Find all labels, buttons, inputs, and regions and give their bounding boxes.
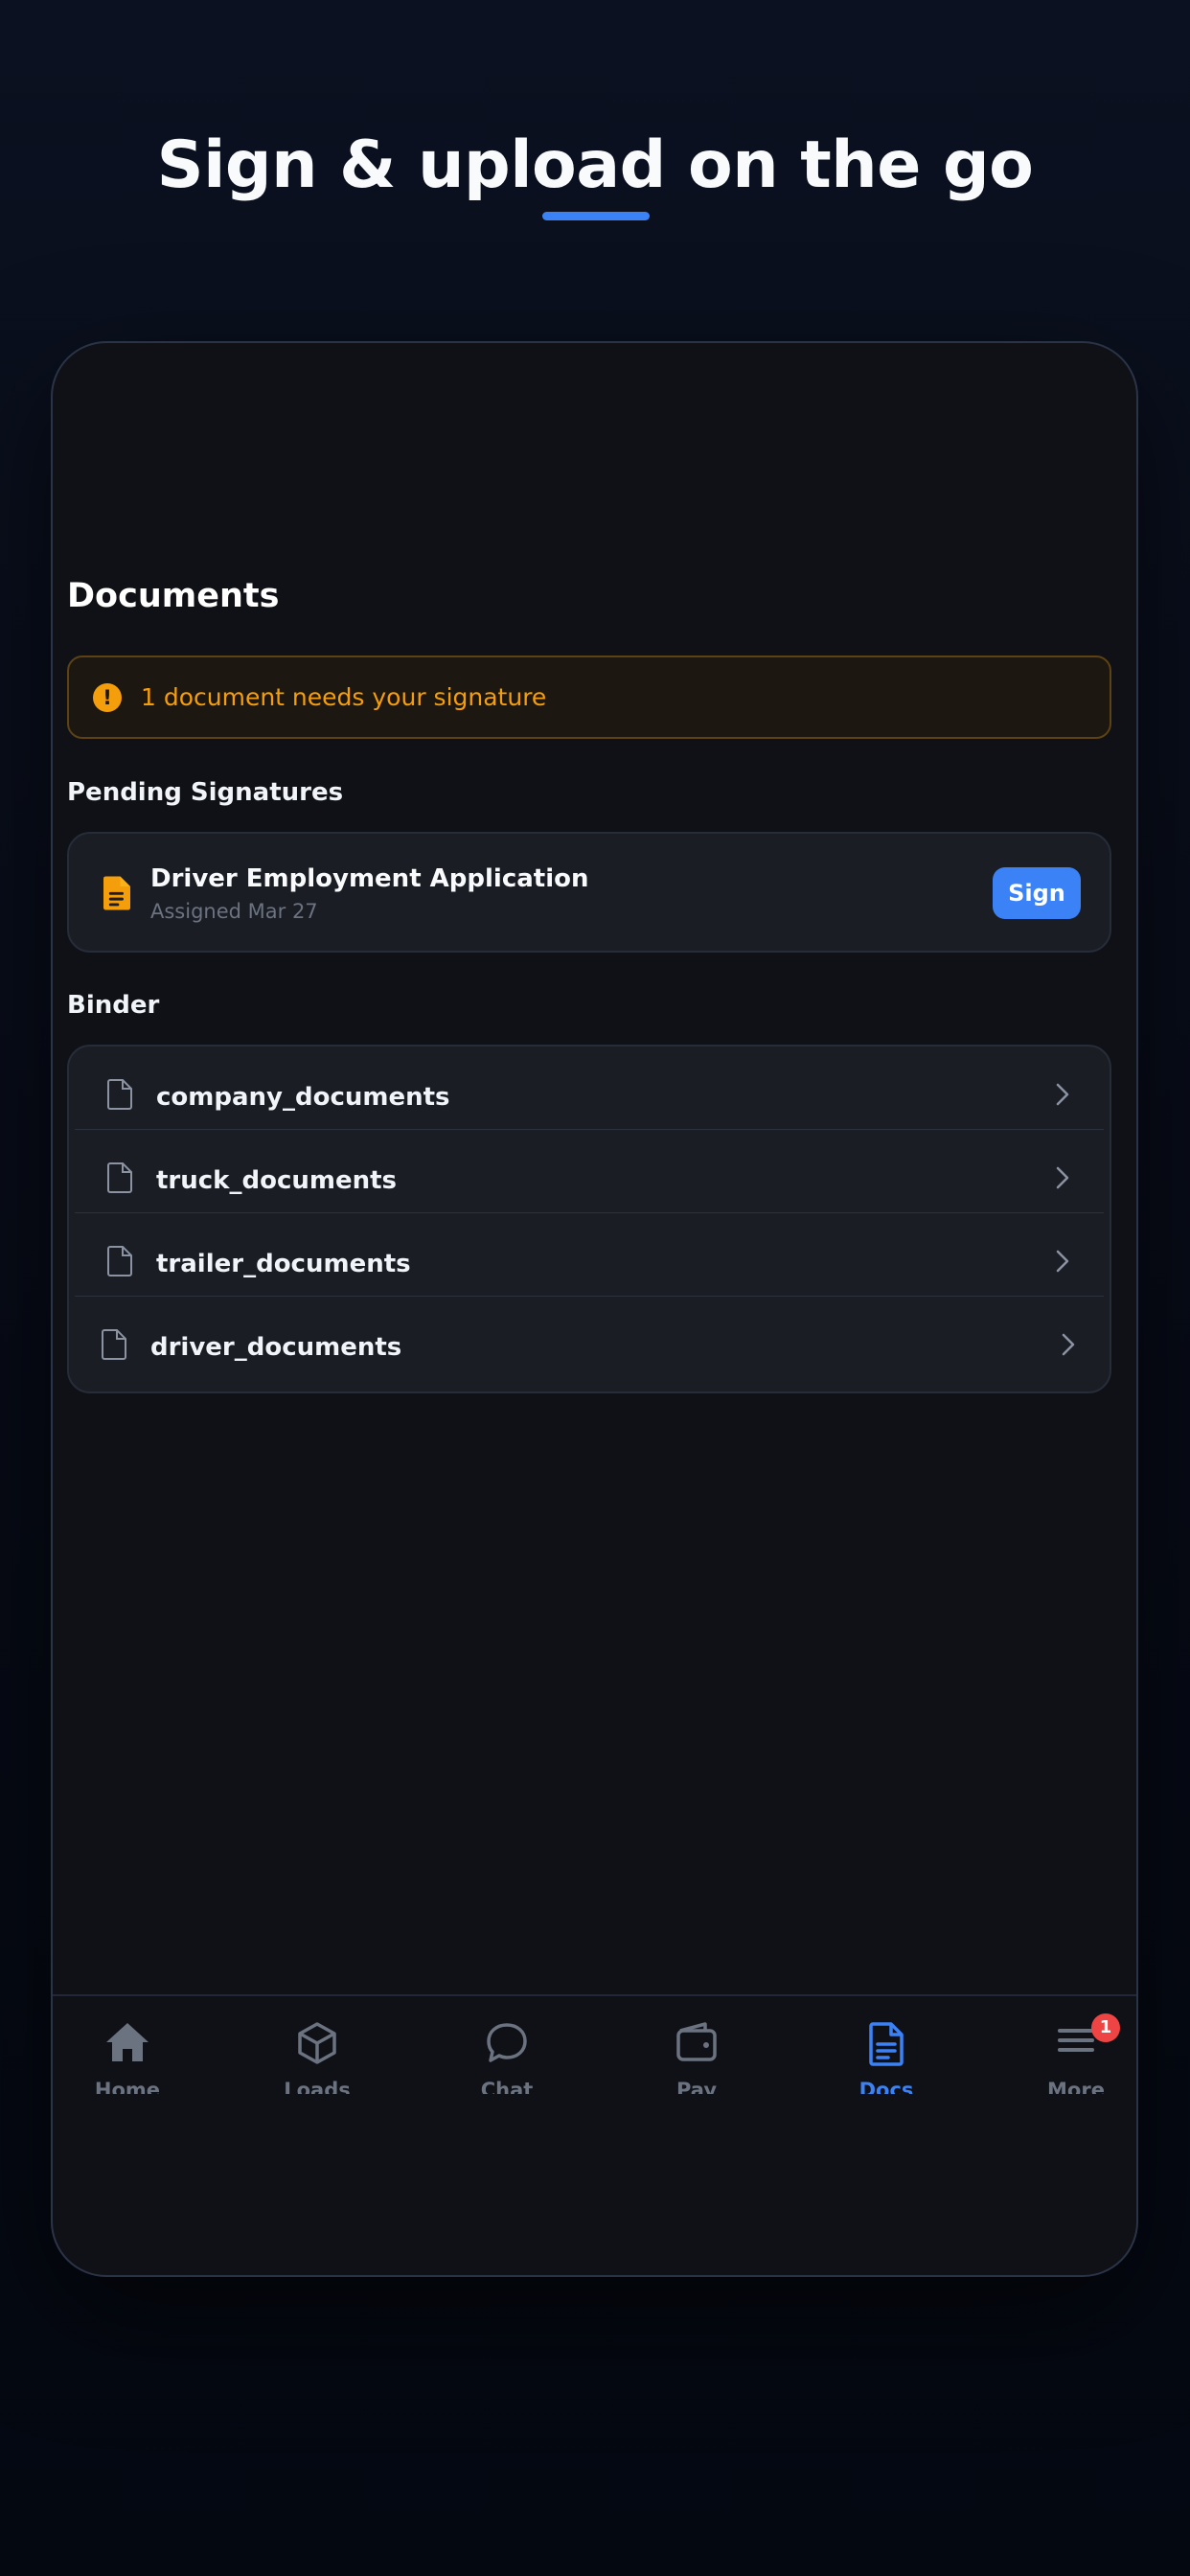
binder-item-label: company_documents	[156, 1083, 450, 1112]
document-text-icon	[103, 876, 130, 910]
pending-signatures-heading: Pending Signatures	[67, 778, 344, 807]
tab-chat[interactable]: Chat	[440, 1996, 574, 2094]
bottom-tab-bar: Home Loads Chat Pay Docs 1 More	[53, 1994, 1136, 2094]
alert-text: 1 document needs your signature	[141, 683, 547, 711]
pending-document-card[interactable]: Driver Employment Application Assigned M…	[67, 832, 1111, 953]
phone-frame: Documents ! 1 document needs your signat…	[51, 341, 1138, 2277]
sign-button[interactable]: Sign	[993, 867, 1081, 919]
chevron-right-icon	[1056, 1250, 1069, 1273]
page-title: Documents	[67, 577, 280, 615]
chat-bubble-icon	[487, 2023, 527, 2062]
tab-label: Loads	[284, 2079, 351, 2094]
tab-label: Chat	[480, 2079, 534, 2094]
menu-icon	[1058, 2029, 1094, 2052]
binder-item-label: truck_documents	[156, 1166, 397, 1195]
tab-label: Pay	[675, 2079, 718, 2094]
binder-item-truck-documents[interactable]: truck_documents	[75, 1130, 1104, 1213]
binder-item-driver-documents[interactable]: driver_documents	[69, 1297, 1110, 1380]
tab-label: Docs	[858, 2079, 914, 2094]
wallet-icon	[676, 2022, 717, 2061]
binder-item-company-documents[interactable]: company_documents	[75, 1046, 1104, 1130]
binder-item-label: trailer_documents	[156, 1250, 411, 1278]
file-icon	[107, 1162, 132, 1193]
binder-heading: Binder	[67, 991, 160, 1020]
chevron-right-icon	[1056, 1083, 1069, 1106]
headline-underline	[542, 212, 650, 220]
file-icon	[107, 1079, 132, 1110]
exclamation-circle-icon: !	[93, 682, 122, 712]
tab-pay[interactable]: Pay	[629, 1996, 764, 2094]
binder-list: company_documents truck_documents traile…	[67, 1045, 1111, 1393]
file-icon	[107, 1246, 132, 1276]
notification-badge: 1	[1091, 2013, 1120, 2042]
chevron-right-icon	[1056, 1166, 1069, 1189]
document-icon	[869, 2022, 904, 2066]
pending-document-title: Driver Employment Application	[150, 864, 589, 893]
tab-home[interactable]: Home	[60, 1996, 195, 2094]
tab-docs[interactable]: Docs	[819, 1996, 953, 2094]
tab-label: Home	[94, 2079, 161, 2094]
pending-document-assigned-date: Assigned Mar 27	[150, 900, 318, 923]
signature-alert-banner[interactable]: ! 1 document needs your signature	[67, 656, 1111, 739]
file-icon	[102, 1329, 126, 1360]
binder-item-label: driver_documents	[150, 1333, 402, 1362]
binder-item-trailer-documents[interactable]: trailer_documents	[75, 1213, 1104, 1297]
chevron-right-icon	[1062, 1333, 1075, 1356]
tab-loads[interactable]: Loads	[250, 1996, 384, 2094]
tab-more[interactable]: 1 More	[1009, 1996, 1136, 2094]
home-icon	[106, 2023, 149, 2061]
tab-label: More	[1047, 2079, 1105, 2094]
headline: Sign & upload on the go	[156, 127, 1034, 203]
box-icon	[298, 2022, 336, 2064]
